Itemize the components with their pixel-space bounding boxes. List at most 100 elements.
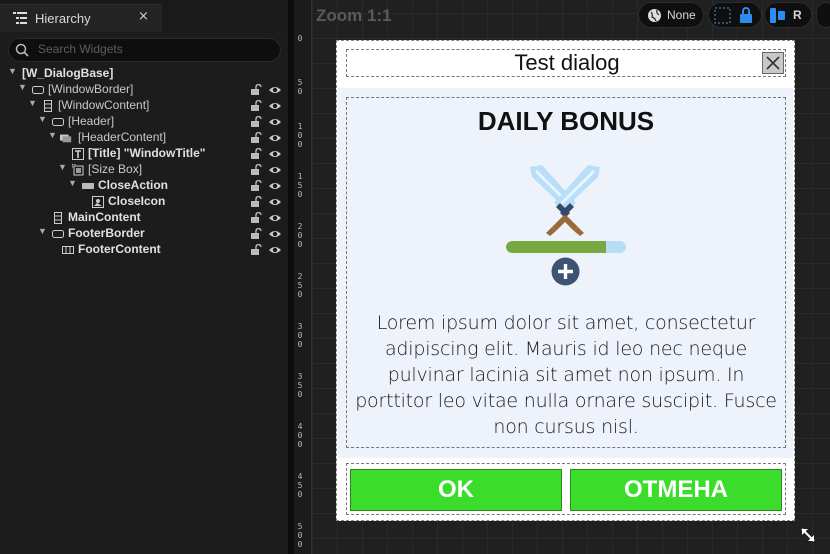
unlock-icon[interactable] — [250, 116, 262, 128]
expand-arrow-icon[interactable]: ▼ — [8, 66, 18, 76]
crossed-swords-icon — [530, 165, 600, 236]
expand-arrow-icon[interactable]: ▼ — [58, 162, 68, 172]
visibility-eye-icon[interactable] — [268, 84, 282, 96]
tree-row-label: FooterBorder — [68, 226, 145, 240]
border-icon — [52, 230, 64, 238]
tree-row-windowborder[interactable]: ▼ [WindowBorder] — [0, 82, 288, 98]
culture-label: None — [667, 8, 696, 22]
dialog-close-button[interactable] — [762, 52, 784, 74]
search-placeholder: Search Widgets — [38, 42, 123, 56]
ruler-label: 2 5 0 — [297, 272, 303, 299]
tree-row-label: CloseAction — [98, 178, 169, 192]
ruler-label: 4 0 0 — [297, 422, 303, 449]
tree-row-size-box[interactable]: ▼ [Size Box] — [0, 162, 288, 178]
tree-row-maincontent[interactable]: MainContent — [0, 210, 288, 226]
hierarchy-tab[interactable]: Hierarchy × — [0, 4, 162, 32]
unlock-icon[interactable] — [250, 196, 262, 208]
widget-toggle-icon — [770, 8, 785, 23]
unlock-icon[interactable] — [250, 148, 262, 160]
unlock-icon[interactable] — [250, 84, 262, 96]
size-box-icon — [72, 164, 84, 176]
unlock-icon[interactable] — [250, 100, 262, 112]
expand-arrow-icon[interactable]: ▼ — [38, 226, 48, 236]
border-icon — [52, 118, 64, 126]
visibility-eye-icon[interactable] — [268, 244, 282, 256]
ruler-label: 4 5 0 — [297, 472, 303, 499]
respect-locks-toggle[interactable]: R — [764, 2, 812, 28]
tree-row-closeaction[interactable]: ▼ CloseAction — [0, 178, 288, 194]
expand-arrow-icon[interactable]: ▼ — [38, 114, 48, 124]
ruler-label: 1 0 0 — [297, 122, 303, 149]
button-widget-icon — [82, 183, 94, 189]
tree-row-headercontent[interactable]: ▼ [HeaderContent] — [0, 130, 288, 146]
ruler-label: 5 0 — [297, 78, 303, 96]
vertical-box-icon — [44, 100, 52, 112]
ruler-label: 1 5 0 — [297, 172, 303, 199]
hierarchy-panel: Hierarchy × Search Widgets ▼ [W_DialogBa… — [0, 0, 288, 554]
unlock-icon[interactable] — [250, 228, 262, 240]
ruler-label: 2 0 0 — [297, 222, 303, 249]
tree-row-w-dialogbase[interactable]: ▼ [W_DialogBase] — [0, 66, 288, 82]
tree-row-label: [WindowContent] — [58, 98, 150, 112]
dashed-frame-icon[interactable] — [714, 7, 731, 24]
tree-row-label: MainContent — [68, 210, 141, 224]
visibility-eye-icon[interactable] — [268, 132, 282, 144]
toolbar-overflow[interactable] — [816, 2, 830, 28]
ruler-label: 3 5 0 — [297, 372, 303, 399]
tree-row-closeicon[interactable]: CloseIcon — [0, 194, 288, 210]
resize-arrow-icon[interactable] — [800, 527, 816, 543]
globe-icon — [648, 9, 661, 22]
plus-circle-icon[interactable] — [551, 257, 580, 286]
expand-arrow-icon[interactable]: ▼ — [48, 130, 58, 140]
search-icon — [15, 43, 29, 57]
text-block-icon — [72, 148, 84, 160]
tree-row-windowcontent[interactable]: ▼ [WindowContent] — [0, 98, 288, 114]
tab-close-icon[interactable]: × — [138, 9, 149, 24]
unlock-icon[interactable] — [250, 212, 262, 224]
unlock-icon[interactable] — [250, 132, 262, 144]
expand-arrow-icon[interactable]: ▼ — [68, 178, 78, 188]
tree-row-title[interactable]: [Title] "WindowTitle" — [0, 146, 288, 162]
visibility-eye-icon[interactable] — [268, 180, 282, 192]
culture-preview-button[interactable]: None — [638, 2, 704, 28]
tree-row-label: [HeaderContent] — [78, 130, 167, 144]
unlock-icon[interactable] — [250, 180, 262, 192]
tree-row-label: CloseIcon — [108, 194, 166, 208]
ok-button[interactable]: OK — [350, 469, 562, 511]
bonus-heading: DAILY BONUS — [477, 106, 655, 136]
cancel-button[interactable]: ОТМЕНА — [570, 469, 782, 511]
ruler-label: 0 — [297, 34, 303, 43]
visibility-eye-icon[interactable] — [268, 228, 282, 240]
tree-row-footerborder[interactable]: ▼ FooterBorder — [0, 226, 288, 242]
dialog-header: Test dialog — [346, 49, 786, 77]
r-label: R — [793, 8, 802, 22]
visibility-eye-icon[interactable] — [268, 212, 282, 224]
close-icon — [766, 56, 780, 70]
tree-row-header[interactable]: ▼ [Header] — [0, 114, 288, 130]
image-widget-icon — [92, 196, 104, 208]
vertical-box-icon — [54, 212, 62, 224]
bonus-progress-bar — [506, 241, 626, 253]
tree-row-label: [Header] — [68, 114, 115, 128]
visibility-eye-icon[interactable] — [268, 164, 282, 176]
visibility-eye-icon[interactable] — [268, 148, 282, 160]
visibility-eye-icon[interactable] — [268, 196, 282, 208]
zoom-label: Zoom 1:1 — [316, 6, 392, 25]
expand-arrow-icon[interactable]: ▼ — [18, 82, 28, 92]
tree-row-footercontent[interactable]: FooterContent — [0, 242, 288, 258]
tree-row-label: [Title] "WindowTitle" — [88, 146, 206, 160]
visibility-eye-icon[interactable] — [268, 100, 282, 112]
tree-row-label: [W_DialogBase] — [22, 66, 114, 80]
border-icon — [32, 86, 44, 94]
hierarchy-icon — [13, 12, 27, 24]
horizontal-box-icon — [62, 246, 74, 254]
visibility-eye-icon[interactable] — [268, 116, 282, 128]
layout-toggle-group[interactable] — [708, 2, 762, 28]
lock-icon[interactable] — [739, 7, 753, 24]
unlock-icon[interactable] — [250, 244, 262, 256]
expand-arrow-icon[interactable]: ▼ — [28, 98, 38, 108]
unlock-icon[interactable] — [250, 164, 262, 176]
dialog-body-text: Lorem ipsum dolor sit amet, consectetur … — [355, 312, 777, 438]
bonus-progress-fill — [506, 241, 606, 253]
search-widgets-input[interactable]: Search Widgets — [8, 38, 281, 62]
